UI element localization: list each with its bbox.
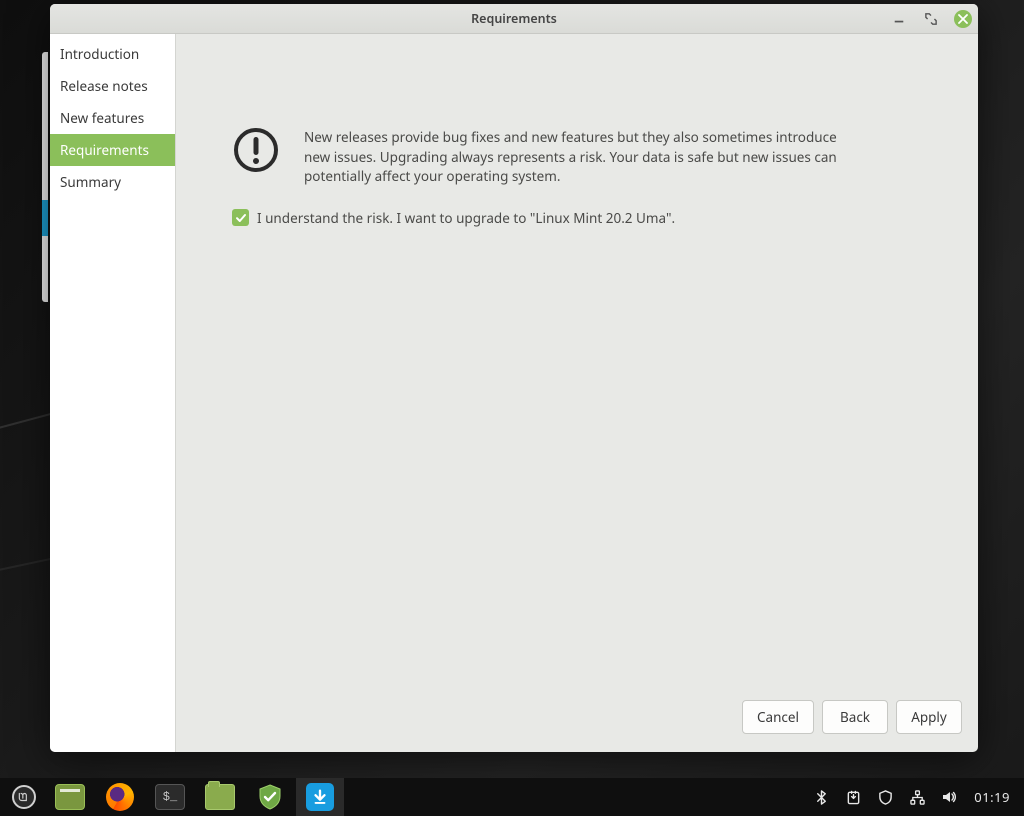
- background-window-edge: [42, 52, 48, 302]
- consent-row: I understand the risk. I want to upgrade…: [232, 209, 948, 227]
- files-launcher[interactable]: [196, 778, 244, 816]
- firefox-launcher[interactable]: [96, 778, 144, 816]
- warning-text: New releases provide bug fixes and new f…: [304, 126, 864, 187]
- volume-icon[interactable]: [940, 788, 958, 806]
- maximize-button[interactable]: [922, 10, 940, 28]
- firefox-icon: [106, 783, 134, 811]
- folder-icon: [205, 784, 235, 810]
- sidebar-item-requirements[interactable]: Requirements: [50, 134, 175, 166]
- taskbar: $_: [0, 778, 1024, 816]
- close-button[interactable]: [954, 10, 972, 28]
- start-menu-button[interactable]: [6, 782, 42, 812]
- network-icon[interactable]: [908, 788, 926, 806]
- dialog-buttons: Cancel Back Apply: [176, 700, 978, 752]
- back-button[interactable]: Back: [822, 700, 888, 734]
- titlebar[interactable]: Requirements: [50, 4, 978, 34]
- security-launcher[interactable]: [246, 778, 294, 816]
- show-desktop-button[interactable]: [46, 778, 94, 816]
- consent-label[interactable]: I understand the risk. I want to upgrade…: [257, 209, 675, 227]
- taskbar-launchers: $_: [46, 778, 344, 816]
- content-inner: New releases provide bug fixes and new f…: [176, 34, 978, 700]
- terminal-icon: $_: [155, 784, 185, 810]
- download-arrow-icon: [306, 783, 334, 811]
- sidebar-item-new-features[interactable]: New features: [50, 102, 175, 134]
- system-tray: 01:19: [812, 788, 1018, 806]
- apply-button[interactable]: Apply: [896, 700, 962, 734]
- dialog-body: Introduction Release notes New features …: [50, 34, 978, 752]
- warning-row: New releases provide bug fixes and new f…: [232, 126, 948, 187]
- sidebar: Introduction Release notes New features …: [50, 34, 176, 752]
- sidebar-item-introduction[interactable]: Introduction: [50, 38, 175, 70]
- sidebar-item-release-notes[interactable]: Release notes: [50, 70, 175, 102]
- mint-logo-icon: [12, 785, 36, 809]
- update-manager-task[interactable]: [296, 778, 344, 816]
- content-pane: New releases provide bug fixes and new f…: [176, 34, 978, 752]
- window-controls: [890, 4, 972, 33]
- minimize-button[interactable]: [890, 10, 908, 28]
- consent-checkbox[interactable]: [232, 209, 249, 226]
- background-window-accent: [42, 200, 48, 236]
- taskbar-clock[interactable]: 01:19: [974, 788, 1010, 806]
- sidebar-item-summary[interactable]: Summary: [50, 166, 175, 198]
- terminal-launcher[interactable]: $_: [146, 778, 194, 816]
- desktop-icon: [55, 784, 85, 810]
- shield-icon: [256, 783, 284, 811]
- upgrade-dialog: Requirements Introduction Release notes …: [50, 4, 978, 752]
- shield-tray-icon[interactable]: [876, 788, 894, 806]
- cancel-button[interactable]: Cancel: [742, 700, 814, 734]
- window-title: Requirements: [471, 10, 557, 27]
- updates-tray-icon[interactable]: [844, 788, 862, 806]
- bluetooth-icon[interactable]: [812, 788, 830, 806]
- warning-icon: [232, 126, 280, 174]
